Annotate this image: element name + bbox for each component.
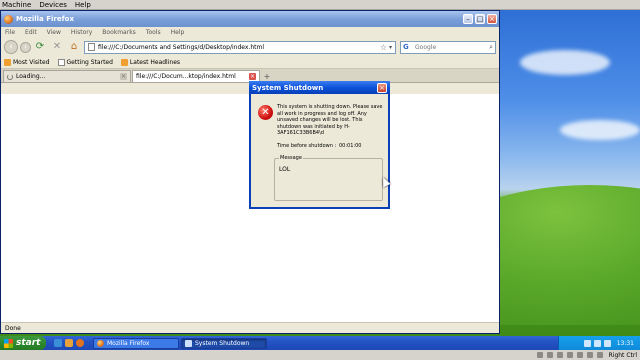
tab-index-html[interactable]: file:///C:/Docum...ktop/index.html ×: [132, 70, 260, 82]
url-bar[interactable]: file:///C:/Documents and Settings/d/Desk…: [84, 40, 396, 54]
home-icon[interactable]: ⌂: [67, 40, 81, 54]
bookmark-star-icon[interactable]: ☆: [380, 43, 387, 52]
message-group-label: Message: [279, 155, 303, 161]
start-button[interactable]: start: [0, 336, 46, 350]
firefox-icon[interactable]: [76, 339, 84, 347]
firefox-navbar: ‹ › ⟳ ✕ ⌂ file:///C:/Documents and Setti…: [1, 37, 499, 57]
time-before-shutdown-label: Time before shutdown :: [277, 143, 337, 149]
reload-icon[interactable]: ⟳: [33, 40, 47, 54]
system-tray: 13:31: [558, 336, 640, 350]
clock[interactable]: 13:31: [617, 340, 634, 347]
host-key-label: Right Ctrl: [608, 351, 637, 359]
firefox-icon: [97, 339, 104, 347]
menu-file[interactable]: File: [5, 29, 15, 36]
menu-tools[interactable]: Tools: [146, 29, 161, 36]
stop-icon[interactable]: ✕: [50, 40, 64, 54]
taskbar: start Mozilla Firefox System Shutdown 13…: [0, 336, 640, 350]
url-text[interactable]: file:///C:/Documents and Settings/d/Desk…: [98, 44, 380, 51]
close-button[interactable]: ×: [487, 14, 497, 24]
status-bar: Done: [1, 322, 499, 333]
ie-icon[interactable]: [54, 339, 62, 347]
search-input[interactable]: [415, 43, 490, 51]
time-before-shutdown-value: 00:01:00: [339, 143, 362, 149]
shutdown-dialog: System Shutdown × ✕ This system is shutt…: [249, 81, 390, 209]
bookmark-getting-started[interactable]: Getting Started: [57, 59, 113, 66]
minimize-button[interactable]: –: [463, 14, 473, 24]
search-bar[interactable]: G ⌕: [400, 40, 496, 54]
firefox-icon: [4, 14, 13, 24]
quick-launch: [54, 339, 87, 347]
rss-icon: [120, 59, 128, 66]
network-icon[interactable]: [566, 352, 573, 358]
search-icon[interactable]: ⌕: [489, 43, 493, 52]
shared-folder-icon[interactable]: [576, 352, 583, 358]
cd-icon[interactable]: [546, 352, 553, 358]
menu-bookmarks[interactable]: Bookmarks: [102, 29, 136, 36]
url-dropdown-icon[interactable]: ▾: [389, 44, 392, 51]
host-menu-devices[interactable]: Devices: [39, 1, 67, 9]
menu-view[interactable]: View: [47, 29, 61, 36]
taskbar-button-system-shutdown[interactable]: System Shutdown: [181, 337, 267, 349]
network-icon[interactable]: [583, 339, 591, 347]
dialog-close-button[interactable]: ×: [377, 82, 387, 93]
media-player-icon[interactable]: [65, 339, 73, 347]
windows-flag-icon: [4, 338, 13, 348]
volume-icon[interactable]: [593, 339, 601, 347]
hdd-icon[interactable]: [536, 352, 543, 358]
taskbar-button-firefox[interactable]: Mozilla Firefox: [93, 337, 179, 349]
dialog-title: System Shutdown: [252, 83, 324, 92]
bookmark-most-visited[interactable]: Most Visited: [4, 59, 50, 66]
message-group: Message LOL: [274, 155, 383, 201]
back-button[interactable]: ‹: [4, 40, 18, 54]
firefox-titlebar[interactable]: Mozilla Firefox – □ ×: [1, 11, 499, 27]
maximize-button[interactable]: □: [475, 14, 485, 24]
window-icon: [185, 339, 192, 347]
firefox-menubar: File Edit View History Bookmarks Tools H…: [1, 27, 499, 37]
rss-icon: [4, 59, 11, 66]
firefox-title: Mozilla Firefox: [16, 15, 74, 23]
menu-edit[interactable]: Edit: [25, 29, 37, 36]
page-icon: [88, 43, 95, 51]
keyboard-icon[interactable]: [596, 352, 603, 358]
menu-history[interactable]: History: [71, 29, 92, 36]
tab-loading[interactable]: Loading... ×: [3, 70, 131, 82]
tab-close-icon[interactable]: ×: [120, 73, 127, 80]
dialog-message: This system is shutting down. Please sav…: [277, 104, 383, 136]
dialog-titlebar[interactable]: System Shutdown ×: [249, 81, 390, 94]
host-menu-machine[interactable]: Machine: [2, 1, 31, 9]
forward-button[interactable]: ›: [20, 41, 31, 53]
security-icon[interactable]: [603, 339, 611, 347]
host-menu-bar: Machine Devices Help: [0, 0, 640, 10]
tab-close-icon[interactable]: ×: [249, 73, 256, 80]
mouse-integration-icon[interactable]: [586, 352, 593, 358]
bookmarks-toolbar: Most Visited Getting Started Latest Head…: [1, 57, 499, 69]
usb-icon[interactable]: [556, 352, 563, 358]
host-menu-help[interactable]: Help: [75, 1, 91, 9]
host-status-bar: Right Ctrl: [0, 350, 640, 360]
loading-spinner-icon: [7, 73, 13, 80]
menu-help[interactable]: Help: [171, 29, 185, 36]
status-text: Done: [5, 324, 21, 332]
message-group-body: LOL: [279, 166, 291, 173]
google-icon[interactable]: G: [403, 43, 412, 52]
error-icon: ✕: [258, 105, 273, 120]
bookmark-latest-headlines[interactable]: Latest Headlines: [120, 59, 180, 66]
page-icon: [57, 59, 65, 66]
